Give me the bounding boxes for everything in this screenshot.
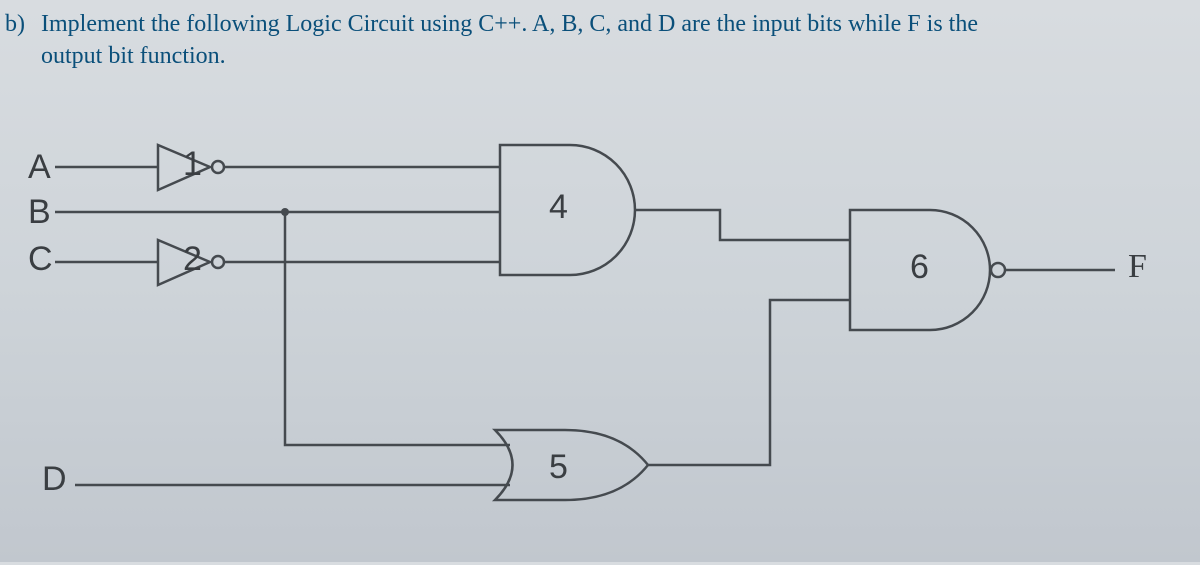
or-gate-5	[495, 430, 648, 500]
question-line-2: output bit function.	[41, 40, 226, 72]
gate-label-2: 2	[183, 240, 202, 279]
circuit-svg	[0, 90, 1200, 560]
logic-circuit-diagram: A B C D 1 2 4 5 6 F	[0, 90, 1200, 560]
question-label: b)	[5, 8, 25, 40]
wire-4-to-6	[635, 210, 850, 240]
gate-label-1: 1	[183, 145, 202, 184]
question-line-1: Implement the following Logic Circuit us…	[41, 11, 978, 37]
gate-label-5: 5	[549, 448, 568, 487]
wire-b-to-5	[285, 212, 510, 445]
gate-label-4: 4	[549, 188, 568, 227]
input-label-b: B	[28, 193, 51, 232]
input-label-a: A	[28, 148, 51, 187]
question-text: b) Implement the following Logic Circuit…	[5, 8, 1190, 73]
output-label-f: F	[1128, 248, 1147, 286]
gate-label-6: 6	[910, 248, 929, 287]
input-label-d: D	[42, 460, 67, 499]
input-label-c: C	[28, 240, 53, 279]
wire-5-to-6	[648, 300, 850, 465]
